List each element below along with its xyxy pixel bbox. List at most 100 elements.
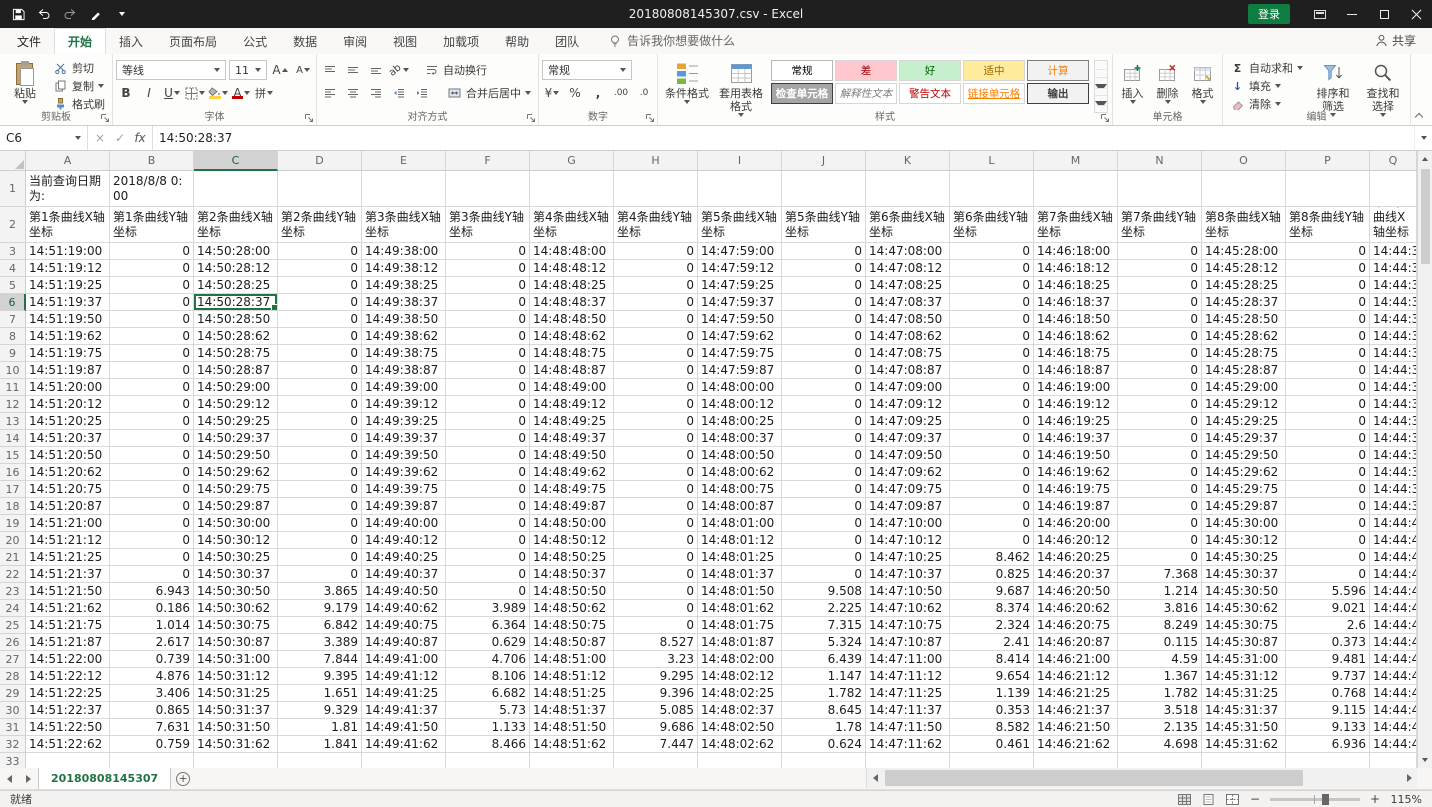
number-dialog-launcher-icon[interactable] xyxy=(644,112,656,124)
cell-D20[interactable]: 0 xyxy=(278,532,362,549)
cell-D14[interactable]: 0 xyxy=(278,430,362,447)
cell-Q14[interactable]: 14:44:3 xyxy=(1370,430,1417,447)
cell-P5[interactable]: 0 xyxy=(1286,277,1370,294)
cell-A1[interactable]: 当前查询日期为: xyxy=(26,171,110,207)
cell-B3[interactable]: 0 xyxy=(110,243,194,260)
cell-I11[interactable]: 14:48:00:00 xyxy=(698,379,782,396)
cell-M5[interactable]: 14:46:18:25 xyxy=(1034,277,1118,294)
cell-L33[interactable] xyxy=(950,753,1034,768)
cell-H3[interactable]: 0 xyxy=(614,243,698,260)
cell-D12[interactable]: 0 xyxy=(278,396,362,413)
cell-G25[interactable]: 14:48:50:75 xyxy=(530,617,614,634)
cell-G3[interactable]: 14:48:48:00 xyxy=(530,243,614,260)
cell-L11[interactable]: 0 xyxy=(950,379,1034,396)
cell-G7[interactable]: 14:48:48:50 xyxy=(530,311,614,328)
cell-O10[interactable]: 14:45:28:87 xyxy=(1202,362,1286,379)
cell-F30[interactable]: 5.73 xyxy=(446,702,530,719)
cell-L21[interactable]: 8.462 xyxy=(950,549,1034,566)
cell-B17[interactable]: 0 xyxy=(110,481,194,498)
cell-B28[interactable]: 4.876 xyxy=(110,668,194,685)
cell-M28[interactable]: 14:46:21:12 xyxy=(1034,668,1118,685)
cell-A28[interactable]: 14:51:22:12 xyxy=(26,668,110,685)
fill-color-button[interactable] xyxy=(208,83,228,103)
cell-E28[interactable]: 14:49:41:12 xyxy=(362,668,446,685)
cell-H22[interactable]: 0 xyxy=(614,566,698,583)
cell-L20[interactable]: 0 xyxy=(950,532,1034,549)
cell-H8[interactable]: 0 xyxy=(614,328,698,345)
cell-Q10[interactable]: 14:44:3 xyxy=(1370,362,1417,379)
cell-B2[interactable]: 第1条曲线Y轴坐标 xyxy=(110,207,194,243)
row-header-28[interactable]: 28 xyxy=(0,668,26,685)
cell-B22[interactable]: 0 xyxy=(110,566,194,583)
cell-G33[interactable] xyxy=(530,753,614,768)
cell-K9[interactable]: 14:47:08:75 xyxy=(866,345,950,362)
cell-G31[interactable]: 14:48:51:50 xyxy=(530,719,614,736)
page-break-view-icon[interactable] xyxy=(1225,793,1240,805)
cell-C16[interactable]: 14:50:29:62 xyxy=(194,464,278,481)
cell-A33[interactable] xyxy=(26,753,110,768)
cell-M8[interactable]: 14:46:18:62 xyxy=(1034,328,1118,345)
cell-G18[interactable]: 14:48:49:87 xyxy=(530,498,614,515)
cell-P23[interactable]: 5.596 xyxy=(1286,583,1370,600)
row-header-7[interactable]: 7 xyxy=(0,311,26,328)
cell-C10[interactable]: 14:50:28:87 xyxy=(194,362,278,379)
cell-D11[interactable]: 0 xyxy=(278,379,362,396)
cell-O19[interactable]: 14:45:30:00 xyxy=(1202,515,1286,532)
cell-D28[interactable]: 9.395 xyxy=(278,668,362,685)
row-header-26[interactable]: 26 xyxy=(0,634,26,651)
cell-G17[interactable]: 14:48:49:75 xyxy=(530,481,614,498)
cell-O25[interactable]: 14:45:30:75 xyxy=(1202,617,1286,634)
comma-style-button[interactable]: , xyxy=(588,83,608,103)
cell-I3[interactable]: 14:47:59:00 xyxy=(698,243,782,260)
cell-A20[interactable]: 14:51:21:12 xyxy=(26,532,110,549)
cell-I2[interactable]: 第5条曲线X轴坐标 xyxy=(698,207,782,243)
cell-C22[interactable]: 14:50:30:37 xyxy=(194,566,278,583)
cell-Q25[interactable]: 14:44:4 xyxy=(1370,617,1417,634)
cell-C12[interactable]: 14:50:29:12 xyxy=(194,396,278,413)
cell-style-output[interactable]: 输出 xyxy=(1027,83,1089,104)
cell-Q4[interactable]: 14:44:3 xyxy=(1370,260,1417,277)
cell-C3[interactable]: 14:50:28:00 xyxy=(194,243,278,260)
cell-K4[interactable]: 14:47:08:12 xyxy=(866,260,950,277)
column-header-A[interactable]: A xyxy=(26,151,110,171)
column-header-J[interactable]: J xyxy=(782,151,866,171)
tab-page-layout[interactable]: 页面布局 xyxy=(156,28,230,54)
cell-A6[interactable]: 14:51:19:37 xyxy=(26,294,110,311)
column-header-B[interactable]: B xyxy=(110,151,194,171)
cell-A18[interactable]: 14:51:20:87 xyxy=(26,498,110,515)
cell-style-good[interactable]: 好 xyxy=(899,60,961,81)
cell-P9[interactable]: 0 xyxy=(1286,345,1370,362)
cell-O24[interactable]: 14:45:30:62 xyxy=(1202,600,1286,617)
cell-O29[interactable]: 14:45:31:25 xyxy=(1202,685,1286,702)
paste-button[interactable]: 粘贴 xyxy=(3,56,47,113)
cell-L27[interactable]: 8.414 xyxy=(950,651,1034,668)
login-button[interactable]: 登录 xyxy=(1248,4,1290,24)
cell-F6[interactable]: 0 xyxy=(446,294,530,311)
cell-A21[interactable]: 14:51:21:25 xyxy=(26,549,110,566)
cell-K2[interactable]: 第6条曲线X轴坐标 xyxy=(866,207,950,243)
percent-style-button[interactable]: % xyxy=(565,83,585,103)
font-size-select[interactable]: 11 xyxy=(229,60,267,80)
cell-C7[interactable]: 14:50:28:50 xyxy=(194,311,278,328)
bold-button[interactable]: B xyxy=(116,83,136,103)
cell-I31[interactable]: 14:48:02:50 xyxy=(698,719,782,736)
horizontal-scrollbar[interactable] xyxy=(866,768,1417,788)
row-header-29[interactable]: 29 xyxy=(0,685,26,702)
insert-cells-button[interactable]: 插入 xyxy=(1116,56,1149,110)
cell-J32[interactable]: 0.624 xyxy=(782,736,866,753)
cell-J2[interactable]: 第5条曲线Y轴坐标 xyxy=(782,207,866,243)
cell-K1[interactable] xyxy=(866,171,950,207)
cell-G23[interactable]: 14:48:50:50 xyxy=(530,583,614,600)
cell-N8[interactable]: 0 xyxy=(1118,328,1202,345)
cell-Q24[interactable]: 14:44:4 xyxy=(1370,600,1417,617)
cell-F21[interactable]: 0 xyxy=(446,549,530,566)
cell-J14[interactable]: 0 xyxy=(782,430,866,447)
row-header-31[interactable]: 31 xyxy=(0,719,26,736)
cell-P24[interactable]: 9.021 xyxy=(1286,600,1370,617)
cell-M22[interactable]: 14:46:20:37 xyxy=(1034,566,1118,583)
cell-N23[interactable]: 1.214 xyxy=(1118,583,1202,600)
cell-G29[interactable]: 14:48:51:25 xyxy=(530,685,614,702)
cell-F28[interactable]: 8.106 xyxy=(446,668,530,685)
cell-Q5[interactable]: 14:44:3 xyxy=(1370,277,1417,294)
cell-F20[interactable]: 0 xyxy=(446,532,530,549)
